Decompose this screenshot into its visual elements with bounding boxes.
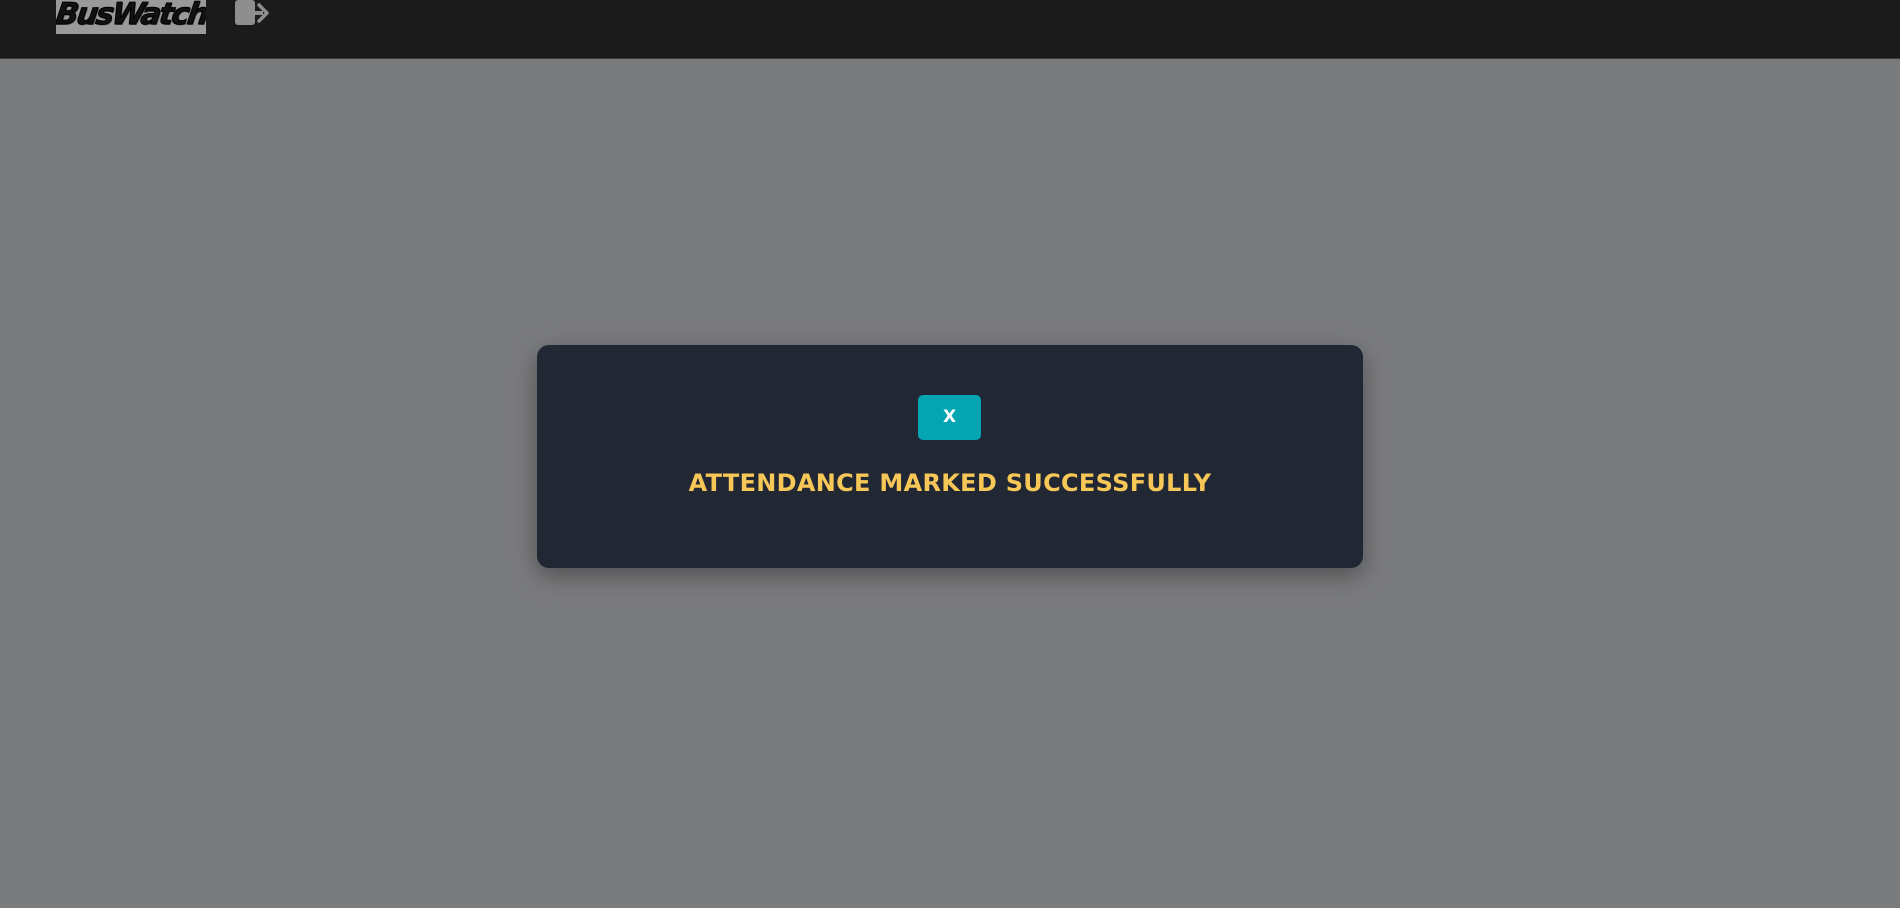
success-message: ATTENDANCE MARKED SUCCESSFULLY [688, 469, 1212, 497]
navbar: BusWatch [0, 0, 1900, 59]
logout-icon [235, 0, 269, 25]
logo-text: BusWatch [56, 0, 206, 33]
attendance-success-dialog: X ATTENDANCE MARKED SUCCESSFULLY [537, 345, 1363, 568]
logout-button[interactable] [234, 0, 272, 30]
close-button[interactable]: X [918, 395, 981, 440]
buswatch-logo[interactable]: BusWatch [56, 0, 206, 34]
